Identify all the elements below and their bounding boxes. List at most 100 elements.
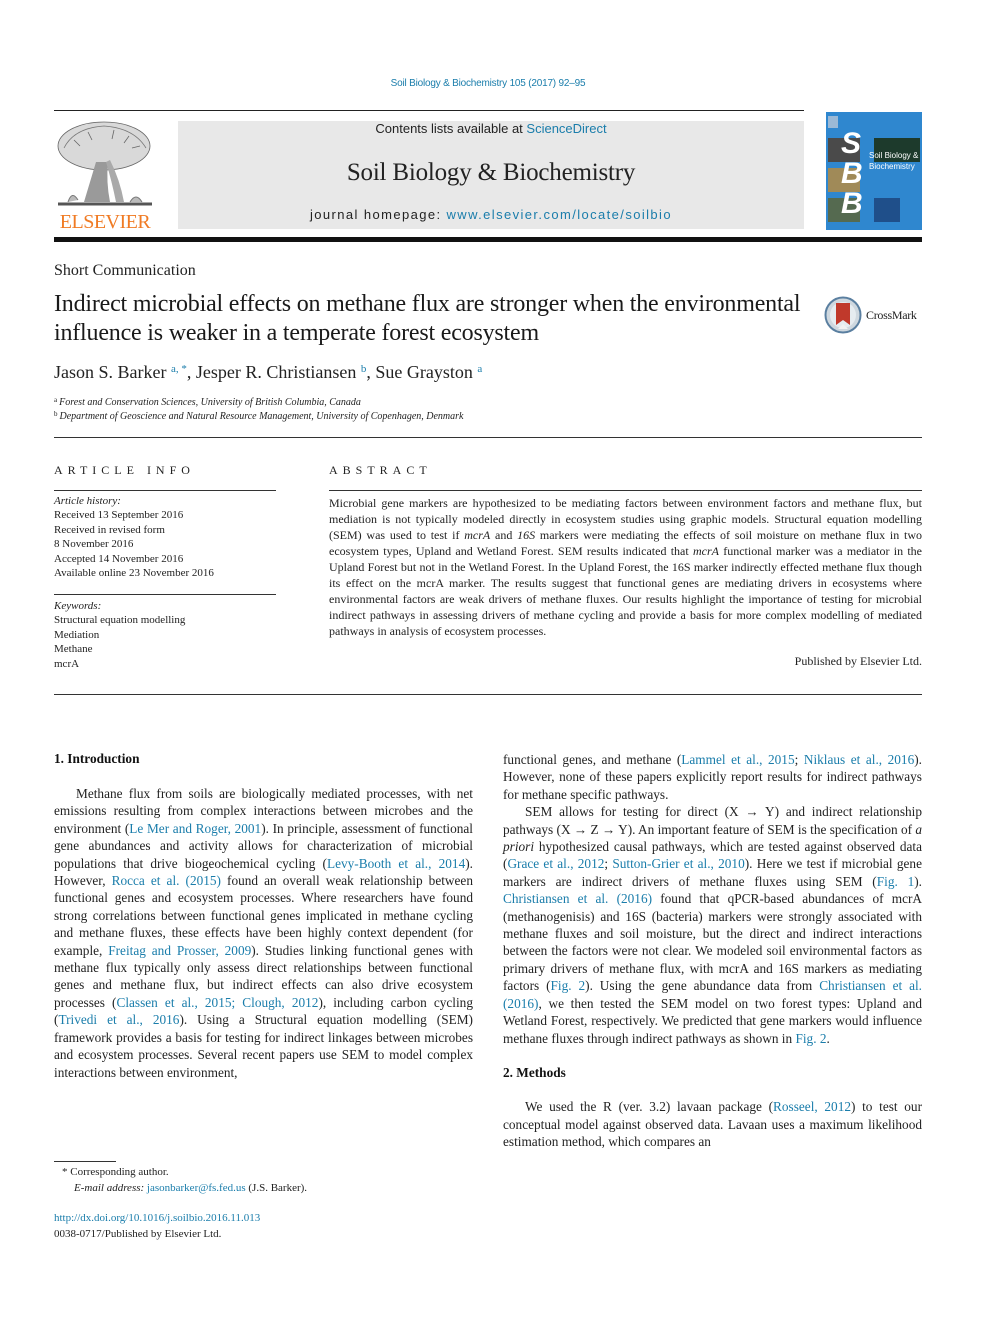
citation-link[interactable]: Christiansen et al. (2016) [503, 891, 652, 906]
abstract-text: Microbial gene markers are hypothesized … [329, 495, 922, 639]
doi-block: http://dx.doi.org/10.1016/j.soilbio.2016… [54, 1211, 260, 1242]
history-item: Received 13 September 2016 [54, 509, 184, 522]
abstract-divider [54, 694, 922, 695]
article-info-rule [54, 490, 276, 491]
author-separator: , [366, 362, 376, 382]
author-name[interactable]: Jason S. Barker [54, 362, 166, 382]
corresponding-author: * Corresponding author. [62, 1166, 169, 1178]
journal-banner: Contents lists available at ScienceDirec… [178, 121, 804, 229]
cover-image-5 [874, 198, 900, 222]
intro-paragraph-2: SEM allows for testing for direct (X → Y… [503, 803, 922, 1047]
abstract-segment: and [490, 528, 518, 542]
affiliation: a Forest and Conservation Sciences, Unive… [54, 396, 361, 408]
intro-paragraph-1: Methane flux from soils are biologically… [54, 785, 473, 1081]
author-affiliation-marker[interactable]: a, * [171, 363, 187, 375]
crossmark-button[interactable]: CrossMark [824, 296, 917, 334]
homepage-prefix: journal homepage: [310, 207, 447, 222]
footnote-rule [54, 1161, 116, 1162]
cover-caption-line1: Soil Biology & [869, 151, 919, 160]
keyword: Methane [54, 643, 93, 656]
methods-heading: 2. Methods [503, 1064, 566, 1080]
crossmark-icon [824, 296, 862, 334]
citation-link[interactable]: Fig. 1 [877, 874, 914, 889]
citation-link[interactable]: Fig. 2 [551, 978, 586, 993]
author-separator: , [186, 362, 196, 382]
keywords-label: Keywords: [54, 600, 102, 612]
body-text: , we then tested the SEM model on two fo… [503, 995, 922, 1046]
affiliation: b Department of Geoscience and Natural Re… [54, 410, 463, 422]
body-text: ). [914, 873, 922, 889]
abstract-heading: ABSTRACT [329, 463, 432, 477]
published-by: Published by Elsevier Ltd. [794, 654, 922, 668]
email-link[interactable]: jasonbarker@fs.fed.us [147, 1182, 246, 1194]
citation-link[interactable]: Trivedi et al., 2016 [58, 1012, 179, 1027]
email-suffix: (J.S. Barker). [245, 1181, 308, 1194]
journal-cover[interactable]: S B B Soil Biology & Biochemistry [826, 112, 922, 230]
author-name[interactable]: Jesper R. Christiansen [196, 362, 356, 382]
body-left-column: Methane flux from soils are biologically… [54, 785, 473, 1081]
intro-paragraph-1-continued: functional genes, and methane (Lammel et… [503, 751, 922, 803]
author-list: Jason S. Barker a, *, Jesper R. Christia… [54, 362, 482, 383]
history-item: Received in revised form [54, 523, 165, 536]
crossmark-label: CrossMark [866, 307, 917, 322]
affiliation-text: Department of Geoscience and Natural Res… [59, 411, 464, 422]
author-name[interactable]: Sue Grayston [375, 362, 473, 382]
citation-link[interactable]: Niklaus et al., 2016 [804, 752, 914, 767]
cover-letter-b1: B [841, 157, 863, 190]
keyword: mcrA [54, 657, 80, 670]
history-item: 8 November 2016 [54, 538, 134, 551]
citation-link[interactable]: Grace et al., 2012 [507, 856, 604, 871]
abstract-gene-name: mcrA [692, 544, 719, 558]
article-history: Article history: Received 13 September 2… [54, 494, 276, 580]
affiliation-key: b [54, 410, 58, 418]
corresponding-author-note: * Corresponding author. E-mail address: … [54, 1165, 307, 1196]
citation-link[interactable]: Rocca et al. (2015) [112, 873, 221, 888]
abstract-gene-name: 16S [517, 528, 536, 542]
introduction-heading: 1. Introduction [54, 751, 140, 766]
journal-reference[interactable]: Soil Biology & Biochemistry 105 (2017) 9… [0, 78, 976, 89]
journal-title[interactable]: Soil Biology & Biochemistry [178, 159, 804, 187]
tree-icon [57, 121, 152, 206]
citation-link[interactable]: Freitag and Prosser, 2009 [108, 943, 251, 958]
citation-link[interactable]: Classen et al., 2015; Clough, 2012 [116, 995, 318, 1010]
body-text: . [826, 1030, 830, 1046]
citation-link[interactable]: Le Mer and Roger, 2001 [129, 821, 261, 836]
history-item: Accepted 14 November 2016 [54, 552, 184, 565]
article-type: Short Communication [54, 262, 196, 279]
email-label: E-mail address: [74, 1181, 147, 1194]
header-thick-rule [54, 237, 922, 242]
issn-line: 0038-0717/Published by Elsevier Ltd. [54, 1227, 222, 1240]
sciencedirect-link[interactable]: ScienceDirect [526, 121, 606, 136]
citation-link[interactable]: Levy-Booth et al., 2014 [327, 856, 465, 871]
methods-paragraph-1: We used the R (ver. 3.2) lavaan package … [503, 1098, 922, 1150]
keywords: Keywords: Structural equation modelling … [54, 599, 276, 671]
abstract-rule [329, 490, 922, 491]
body-right-column: functional genes, and methane (Lammel et… [503, 751, 922, 1151]
history-item: Available online 23 November 2016 [54, 567, 214, 580]
history-label: Article history: [54, 495, 121, 507]
affiliation-key: a [54, 396, 58, 404]
contents-line: Contents lists available at ScienceDirec… [178, 121, 804, 137]
doi-link[interactable]: http://dx.doi.org/10.1016/j.soilbio.2016… [54, 1212, 260, 1224]
article-info-heading: ARTICLE INFO [54, 463, 195, 477]
citation-link[interactable]: Lammel et al., 2015 [681, 752, 794, 767]
body-text: SEM allows for testing for direct (X → Y… [503, 804, 922, 837]
homepage-line: journal homepage: www.elsevier.com/locat… [178, 207, 804, 222]
keyword: Mediation [54, 628, 100, 641]
body-text: functional genes, and methane ( [503, 752, 682, 767]
body-text: ; [794, 752, 804, 767]
email-line: E-mail address: jasonbarker@fs.fed.us (J… [54, 1181, 307, 1197]
contents-prefix: Contents lists available at [375, 121, 527, 136]
author-affiliation-marker[interactable]: a [477, 363, 482, 375]
elsevier-wordmark: ELSEVIER [59, 211, 151, 233]
citation-link[interactable]: Rosseel, 2012 [773, 1099, 851, 1114]
homepage-link[interactable]: www.elsevier.com/locate/soilbio [447, 207, 672, 222]
citation-link[interactable]: Fig. 2 [795, 1031, 826, 1046]
affiliation-text: Forest and Conservation Sciences, Univer… [59, 397, 361, 408]
citation-link[interactable]: Sutton-Grier et al., 2010 [612, 856, 744, 871]
body-text: We used the R (ver. 3.2) lavaan package … [525, 1099, 774, 1115]
article-title: Indirect microbial effects on methane fl… [54, 291, 801, 346]
keywords-rule [54, 594, 276, 595]
elsevier-logo[interactable]: ELSEVIER [54, 118, 156, 234]
top-rule [54, 110, 804, 111]
